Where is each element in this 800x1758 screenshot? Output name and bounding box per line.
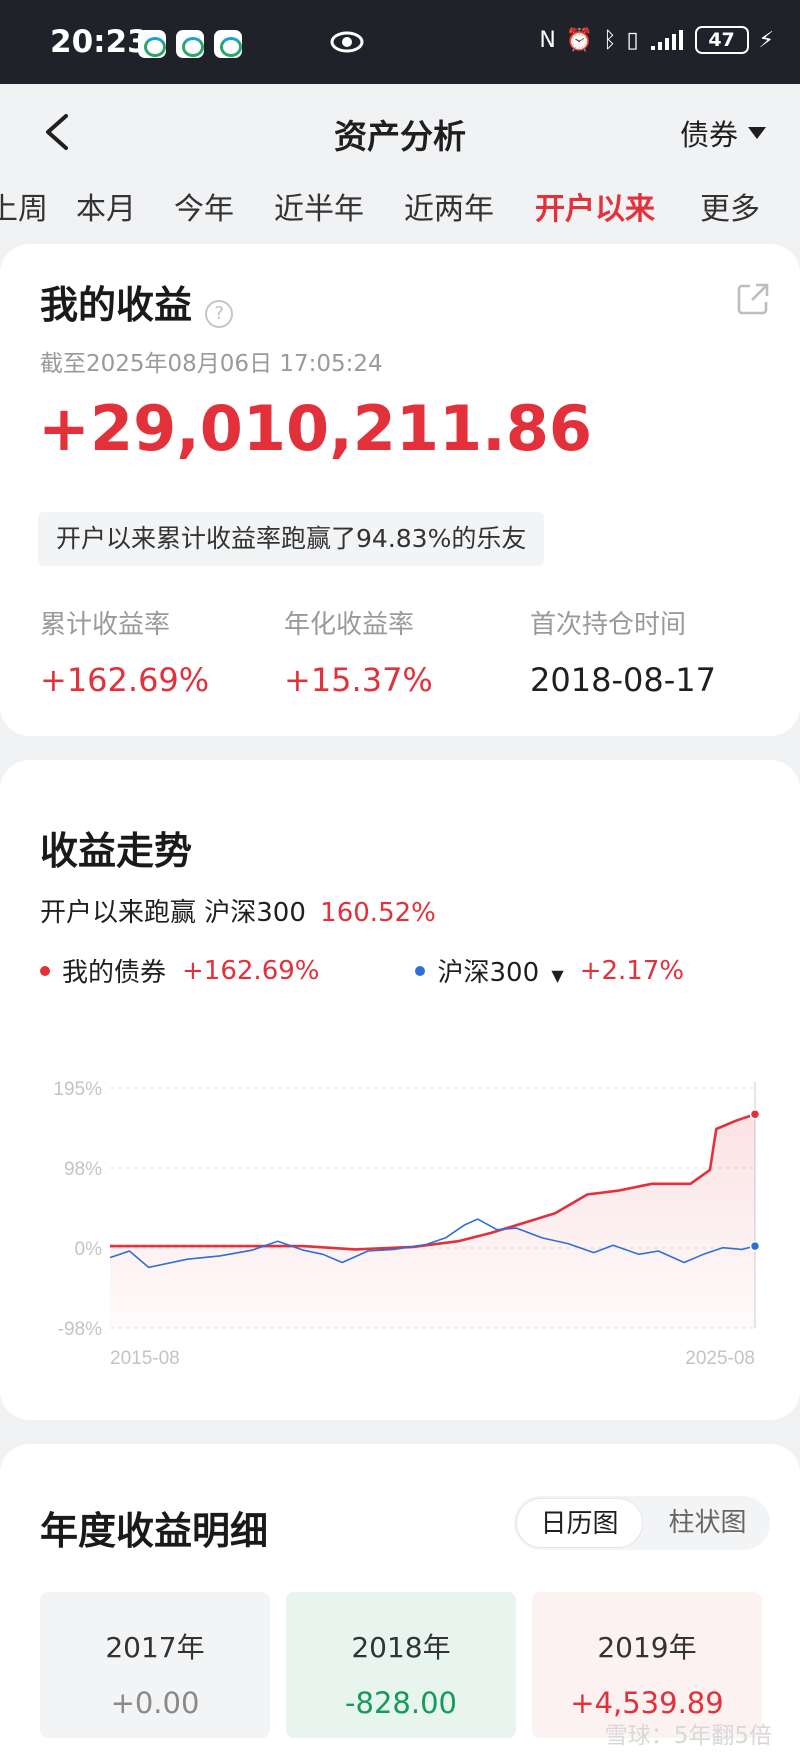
legend-name: 沪深300 [437,958,540,988]
vibrate-icon: ▯ [626,27,639,53]
year-label: 2018年 [351,1631,451,1664]
watermark: 雪球：5年翻5倍 [604,1723,772,1749]
bar-view-button[interactable]: 柱状图 [645,1496,770,1550]
kpi-annual-return: 年化收益率 +15.37% [284,604,433,699]
yearly-title: 年度收益明细 [40,1509,269,1553]
top-navigation: 资产分析 债券 上周 本月 今年 近半年 近两年 开户以来 更多 [0,84,800,264]
signal-icon [650,30,683,50]
tab-half-year[interactable]: 近半年 [274,184,364,228]
battery-icon: 47 [694,26,749,54]
year-value: +0.00 [110,1686,200,1720]
nfc-icon: N [539,27,556,53]
year-label: 2019年 [597,1631,697,1664]
eye-icon [330,31,364,53]
mobile-app-icon [214,30,242,58]
tab-this-month[interactable]: 本月 [76,184,136,228]
y-tick-label: 0% [75,1239,103,1260]
legend-value: +162.69% [182,955,320,986]
status-time: 20:23 [50,24,149,60]
kpi-first-holding-date: 首次持仓时间 2018-08-17 [530,604,716,699]
x-tick-label: 2015-08 [110,1348,180,1369]
asset-type-label: 债券 [679,118,738,152]
kpi-label: 年化收益率 [284,610,415,640]
tab-two-years[interactable]: 近两年 [404,184,494,228]
tab-this-year[interactable]: 今年 [174,184,234,228]
view-toggle: 日历图 柱状图 [514,1496,770,1550]
year-card-2018[interactable]: 2018年 -828.00 [286,1592,516,1738]
share-icon[interactable] [736,282,770,316]
help-icon[interactable]: ? [205,299,234,328]
tab-more[interactable]: 更多 [700,184,760,228]
cutoff-time: 截至2025年08月06日 17:05:24 [40,351,383,377]
kpi-value: 2018-08-17 [530,661,716,699]
yearly-card: 年度收益明细 日历图 柱状图 2017年 +0.00 2018年 -828.00… [0,1444,800,1758]
series-area-my-bonds [110,1114,755,1328]
series-end-point [749,1108,761,1120]
kpi-label: 首次持仓时间 [530,610,687,640]
year-card-2017[interactable]: 2017年 +0.00 [40,1592,270,1738]
kpi-value: +15.37% [284,661,433,699]
income-heading: 我的收益 ? [40,274,234,329]
total-income: +29,010,211.86 [38,392,593,465]
income-card: 我的收益 ? 截至2025年08月06日 17:05:24 +29,010,21… [0,244,800,736]
tab-last-week[interactable]: 上周 [0,184,48,228]
trend-title: 收益走势 [40,829,193,873]
legend-dot-red [40,965,50,976]
caret-down-icon: ▼ [551,966,564,985]
status-bar: 20:23 N ⏰ ᛒ ▯ 47 ⚡ [0,0,800,84]
bluetooth-icon: ᛒ [603,27,617,53]
trend-chart[interactable]: 195% 98% 0% -98% 2015-08 2025-08 [0,1010,800,1390]
trend-card: 收益走势 开户以来跑赢 沪深300 160.52% 我的债券 +162.69% … [0,760,800,1420]
legend-name: 我的债券 [62,958,167,988]
alarm-icon: ⏰ [565,27,594,53]
year-value: +4,539.89 [570,1686,724,1720]
series-end-point [749,1240,761,1252]
kpi-label: 累计收益率 [40,610,171,640]
mobile-app-icon [138,30,166,58]
mobile-app-icon [176,30,204,58]
benchmark-compare: 开户以来跑赢 沪深300 160.52% [40,892,436,929]
compare-prefix: 开户以来跑赢 沪深300 [40,898,306,928]
x-tick-label: 2025-08 [685,1348,755,1369]
legend-value: +2.17% [579,955,685,986]
chart-legend: 我的债券 +162.69% 沪深300 ▼ +2.17% [40,952,684,989]
period-tabs: 上周 本月 今年 近半年 近两年 开户以来 更多 [0,184,800,244]
status-right: N ⏰ ᛒ ▯ 47 ⚡ [539,26,774,54]
benchmark-selector[interactable]: 沪深300 ▼ [437,952,563,989]
compare-value: 160.52% [320,898,436,928]
year-value: -828.00 [345,1686,457,1720]
status-app-icons [138,30,242,58]
kpi-cumulative-return: 累计收益率 +162.69% [40,604,209,699]
y-tick-label: 98% [64,1159,102,1180]
legend-dot-blue [415,965,426,976]
calendar-view-button[interactable]: 日历图 [516,1498,643,1548]
kpi-value: +162.69% [40,661,210,699]
asset-type-dropdown[interactable]: 债券 [680,112,766,154]
year-label: 2017年 [105,1631,205,1664]
beat-percentile-chip: 开户以来累计收益率跑赢了94.83%的乐友 [38,512,545,566]
charging-icon: ⚡ [758,27,774,53]
tab-since-opening[interactable]: 开户以来 [535,184,655,228]
y-tick-label: -98% [58,1319,102,1340]
income-title: 我的收益 [40,283,193,327]
y-tick-label: 195% [53,1079,102,1100]
caret-down-icon [748,127,766,139]
